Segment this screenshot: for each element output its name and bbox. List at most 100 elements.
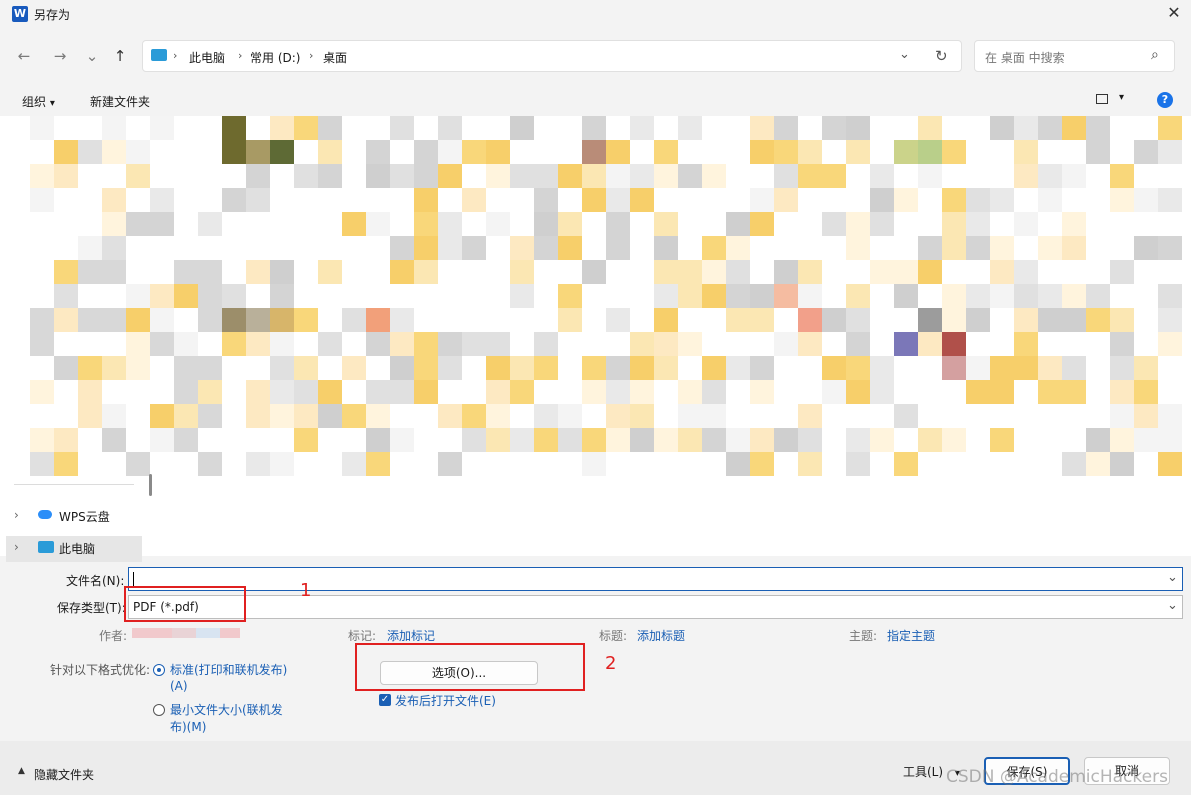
thumbnail-pixel (486, 380, 510, 404)
thumbnail-pixel (174, 332, 198, 356)
thumbnail-pixel (582, 380, 606, 404)
breadcrumb-desktop[interactable]: 桌面 (323, 49, 347, 66)
thumbnail-pixel (966, 380, 990, 404)
thumbnail-pixel (750, 356, 774, 380)
search-input[interactable]: 在 桌面 中搜索 (985, 49, 1065, 66)
thumbnail-pixel (870, 260, 894, 284)
thumbnail-pixel (270, 116, 294, 140)
navpane-item-wps-cloud[interactable]: › WPS云盘 (6, 504, 142, 530)
navpane-item-this-pc[interactable]: › 此电脑 (6, 536, 142, 562)
collapse-chevron-icon[interactable]: ▲ (18, 766, 25, 776)
open-after-publish-label[interactable]: 发布后打开文件(E) (395, 692, 496, 709)
specify-subject-link[interactable]: 指定主题 (887, 627, 935, 644)
expand-chevron-icon[interactable]: › (14, 508, 19, 522)
chevron-down-icon[interactable]: ⌄ (1167, 598, 1178, 613)
thumbnail-pixel (654, 164, 678, 188)
thumbnail-pixel (414, 356, 438, 380)
thumbnail-pixel (534, 212, 558, 236)
thumbnail-pixel (438, 164, 462, 188)
thumbnail-pixel (630, 188, 654, 212)
expand-chevron-icon[interactable]: › (14, 540, 19, 554)
thumbnail-pixel (1062, 284, 1086, 308)
word-app-icon: W (12, 6, 28, 22)
thumbnail-pixel (246, 380, 270, 404)
navpane-scrollbar-thumb[interactable] (149, 474, 152, 496)
csdn-watermark: CSDN @AcademicHackers (946, 767, 1168, 787)
thumbnail-pixel (414, 164, 438, 188)
breadcrumb-this-pc[interactable]: 此电脑 (189, 49, 225, 66)
thumbnail-pixel (222, 116, 246, 140)
file-list-area[interactable]: › WPS云盘 › 此电脑 (0, 116, 1191, 562)
thumbnail-pixel (702, 404, 726, 428)
open-after-publish-checkbox[interactable]: ✓ (379, 694, 391, 706)
thumbnail-pixel (654, 284, 678, 308)
thumbnail-pixel (222, 284, 246, 308)
thumbnail-pixel (678, 116, 702, 140)
savetype-select[interactable]: PDF (*.pdf) ⌄ (128, 595, 1183, 619)
radio-minimum-size[interactable] (153, 704, 165, 716)
thumbnail-pixel (486, 356, 510, 380)
thumbnail-pixel (966, 212, 990, 236)
thumbnail-pixel (438, 212, 462, 236)
breadcrumb-drive-d[interactable]: 常用 (D:) (250, 49, 300, 66)
thumbnail-pixel (1062, 212, 1086, 236)
thumbnail-pixel (630, 380, 654, 404)
up-arrow-icon[interactable]: ↑ (108, 44, 132, 68)
filename-input[interactable]: ⌄ (128, 567, 1183, 591)
search-box[interactable]: 在 桌面 中搜索 ⌕ (974, 40, 1175, 72)
organize-menu-button[interactable]: 组织 ▾ (22, 93, 55, 110)
thumbnail-pixel (1038, 188, 1062, 212)
thumbnail-pixel (462, 188, 486, 212)
recent-locations-chevron-icon[interactable]: ⌄ (80, 44, 104, 68)
thumbnail-pixel (102, 260, 126, 284)
back-arrow-icon[interactable]: ← (12, 44, 36, 68)
thumbnail-pixel (1014, 308, 1038, 332)
thumbnail-pixel (678, 284, 702, 308)
thumbnail-pixel (366, 212, 390, 236)
thumbnail-pixel (390, 428, 414, 452)
thumbnail-pixel (1086, 140, 1110, 164)
thumbnail-pixel (270, 260, 294, 284)
radio-standard-label-line1[interactable]: 标准(打印和联机发布) (170, 661, 287, 678)
thumbnail-pixel (1086, 116, 1110, 140)
thumbnail-pixel (30, 332, 54, 356)
forward-arrow-icon[interactable]: → (48, 44, 72, 68)
thumbnail-pixel (606, 404, 630, 428)
thumbnail-pixel (510, 116, 534, 140)
add-title-link[interactable]: 添加标题 (637, 627, 685, 644)
thumbnail-pixel (126, 308, 150, 332)
search-icon[interactable]: ⌕ (1151, 47, 1159, 63)
thumbnail-pixel (126, 356, 150, 380)
help-icon[interactable]: ? (1157, 92, 1173, 108)
thumbnail-pixel (846, 332, 870, 356)
add-tags-link[interactable]: 添加标记 (387, 627, 435, 644)
address-dropdown-chevron-icon[interactable]: ⌄ (899, 47, 910, 62)
thumbnail-pixel (510, 356, 534, 380)
radio-minimum-label-line1[interactable]: 最小文件大小(联机发 (170, 701, 283, 718)
radio-standard[interactable] (153, 664, 165, 676)
thumbnail-pixel (150, 188, 174, 212)
new-folder-button[interactable]: 新建文件夹 (90, 93, 150, 110)
chevron-down-icon[interactable]: ⌄ (1167, 570, 1178, 585)
thumbnail-pixel (606, 356, 630, 380)
thumbnail-pixel (510, 428, 534, 452)
options-button[interactable]: 选项(O)... (380, 661, 538, 685)
thumbnail-pixel (126, 212, 150, 236)
view-layout-icon[interactable] (1096, 94, 1108, 104)
thumbnail-pixel (102, 212, 126, 236)
thumbnail-pixel (318, 140, 342, 164)
thumbnail-pixel (1014, 332, 1038, 356)
refresh-icon[interactable]: ↻ (935, 47, 948, 65)
hide-folders-button[interactable]: 隐藏文件夹 (34, 766, 94, 783)
thumbnail-pixel (1158, 140, 1182, 164)
thumbnail-pixel (1062, 380, 1086, 404)
thumbnail-pixel (678, 404, 702, 428)
optimize-label: 针对以下格式优化: (50, 663, 151, 677)
radio-standard-label-line2[interactable]: (A) (170, 679, 188, 693)
close-icon[interactable]: ✕ (1162, 2, 1186, 24)
radio-minimum-label-line2[interactable]: 布)(M) (170, 718, 206, 735)
thumbnail-pixel (390, 236, 414, 260)
view-chevron-down-icon[interactable]: ▾ (1119, 92, 1124, 103)
address-bar[interactable]: › 此电脑 › 常用 (D:) › 桌面 ⌄ ↻ (142, 40, 962, 72)
thumbnail-pixel (1158, 236, 1182, 260)
